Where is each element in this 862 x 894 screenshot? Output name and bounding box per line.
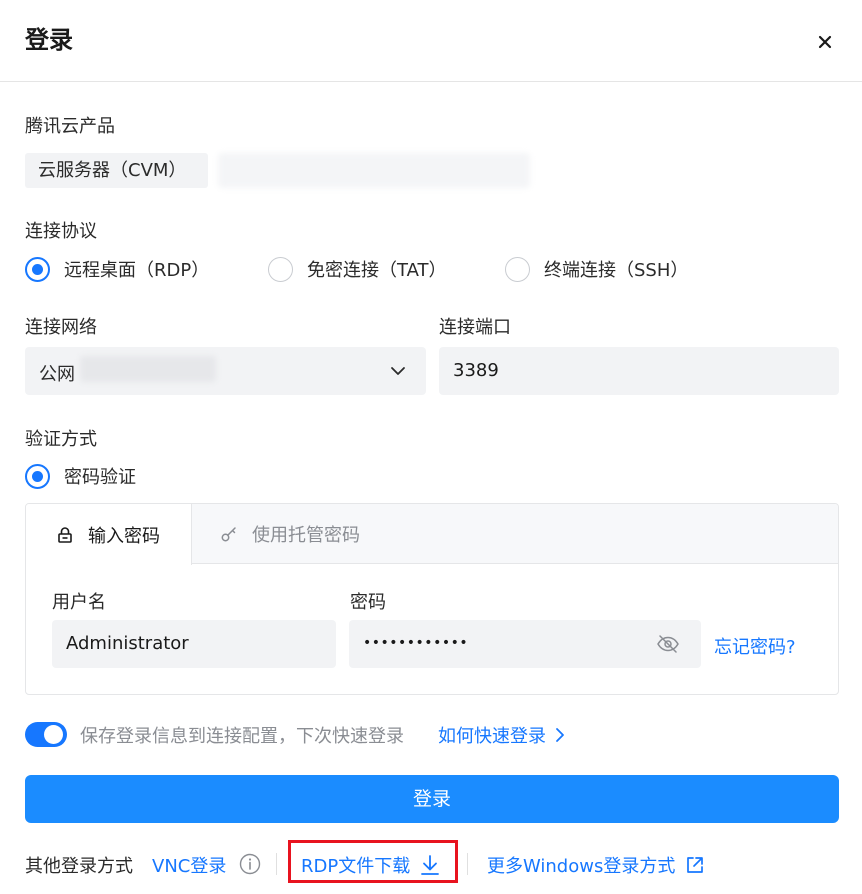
username-input[interactable]: Administrator	[52, 620, 336, 668]
network-value: 公网	[39, 364, 75, 385]
key-icon	[220, 525, 238, 543]
vnc-login-link[interactable]: VNC登录	[152, 852, 226, 878]
divider	[467, 853, 468, 875]
login-button[interactable]: 登录	[25, 775, 839, 823]
save-login-toggle[interactable]	[25, 722, 67, 747]
radio-rdp[interactable]: 远程桌面（RDP）	[25, 256, 209, 282]
radio-password-auth[interactable]: 密码验证	[25, 463, 136, 489]
chevron-right-icon	[556, 728, 564, 742]
radio-tat-label: 免密连接（TAT）	[307, 260, 447, 281]
quick-login-link[interactable]: 如何快速登录	[438, 722, 566, 748]
auth-label: 验证方式	[25, 429, 97, 450]
rdp-download-link[interactable]: RDP文件下载	[301, 852, 440, 878]
password-label: 密码	[350, 592, 386, 613]
tab-input-password[interactable]: 输入密码	[26, 504, 192, 565]
port-label: 连接端口	[439, 317, 511, 338]
password-input[interactable]: ••••••••••••	[349, 620, 701, 668]
close-icon[interactable]	[814, 31, 836, 53]
protocol-label: 连接协议	[25, 221, 97, 242]
port-value: 3389	[453, 360, 499, 381]
radio-checked-icon	[25, 463, 50, 489]
info-icon[interactable]	[239, 853, 261, 875]
external-link-icon	[687, 857, 704, 873]
port-input[interactable]: 3389	[439, 347, 839, 395]
rdp-download-label: RDP文件下载	[301, 856, 411, 877]
auth-panel: 输入密码 使用托管密码 用户名 密码 Administrator •••••••…	[25, 503, 839, 695]
instance-info-redacted	[218, 153, 530, 188]
network-ip-redacted	[80, 356, 216, 382]
save-login-text: 保存登录信息到连接配置，下次快速登录	[80, 726, 404, 747]
radio-ssh-label: 终端连接（SSH）	[544, 260, 689, 281]
username-value: Administrator	[66, 633, 189, 654]
dialog-title: 登录	[25, 26, 73, 54]
more-windows-login-link[interactable]: 更多Windows登录方式	[487, 852, 705, 878]
divider	[276, 853, 277, 875]
password-value: ••••••••••••	[363, 635, 469, 651]
radio-ssh[interactable]: 终端连接（SSH）	[505, 256, 688, 282]
tab-managed-password-label: 使用托管密码	[252, 525, 360, 546]
radio-password-auth-label: 密码验证	[64, 467, 136, 488]
network-label: 连接网络	[25, 317, 97, 338]
quick-login-link-label: 如何快速登录	[438, 726, 546, 747]
more-windows-login-label: 更多Windows登录方式	[487, 856, 676, 877]
tab-managed-password[interactable]: 使用托管密码	[220, 504, 360, 564]
radio-tat[interactable]: 免密连接（TAT）	[268, 256, 447, 282]
download-icon	[421, 855, 440, 875]
eye-off-icon[interactable]	[656, 634, 680, 654]
tab-input-password-label: 输入密码	[88, 525, 160, 547]
radio-unchecked-icon	[505, 256, 530, 282]
radio-unchecked-icon	[268, 256, 293, 282]
radio-rdp-label: 远程桌面（RDP）	[64, 260, 210, 281]
forgot-password-link[interactable]: 忘记密码?	[714, 633, 796, 659]
radio-checked-icon	[25, 256, 50, 282]
chevron-down-icon[interactable]	[389, 362, 407, 380]
product-label: 腾讯云产品	[25, 116, 115, 137]
lock-icon	[56, 526, 74, 544]
username-label: 用户名	[52, 592, 106, 613]
other-login-label: 其他登录方式	[25, 856, 133, 877]
dialog-header: 登录	[0, 0, 862, 82]
product-tag: 云服务器（CVM）	[25, 153, 208, 188]
